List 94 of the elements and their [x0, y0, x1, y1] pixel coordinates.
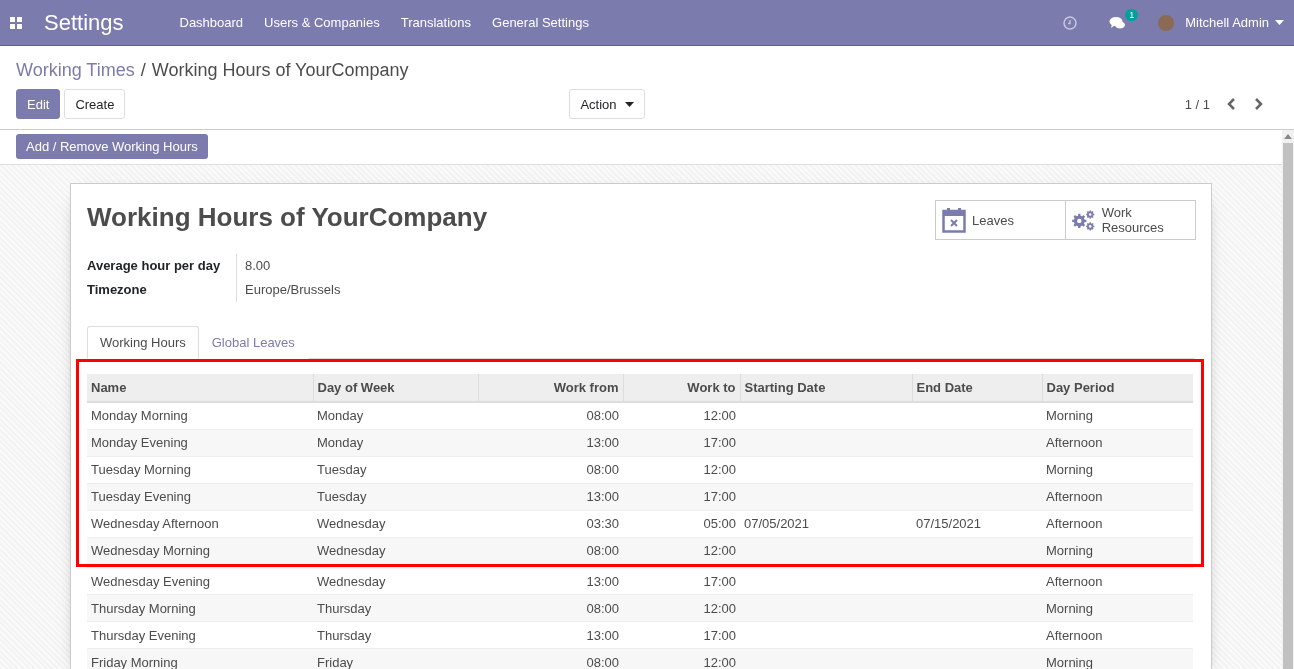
calendar-icon [942, 207, 966, 233]
table-cell: Tuesday [317, 489, 367, 504]
user-menu[interactable]: Mitchell Admin [1158, 14, 1284, 31]
table-cell: 13:00 [586, 627, 619, 643]
field-value: Europe/Brussels [244, 281, 342, 299]
caret-icon [1275, 20, 1284, 25]
table-cell: Morning [1046, 600, 1093, 616]
create-button[interactable]: Create [64, 89, 126, 119]
table-cell: 08:00 [586, 600, 619, 616]
menu-link[interactable]: General Settings [492, 15, 589, 30]
clock-icon[interactable] [1063, 15, 1078, 30]
table-cell: 12:00 [703, 654, 736, 669]
table-cell: Wednesday Afternoon [91, 516, 219, 531]
field-label: Average hour per day [87, 254, 237, 278]
table-cell: Tuesday Evening [91, 489, 191, 504]
breadcrumb-link[interactable]: Working Times [16, 59, 135, 81]
table-cell: 17:00 [703, 627, 736, 643]
table-cell: Afternoon [1046, 435, 1103, 450]
caret-icon [624, 101, 634, 107]
table-cell: Afternoon [1046, 489, 1103, 504]
table-cell: Wednesday [317, 516, 386, 531]
avatar-icon [1158, 14, 1175, 31]
table-cell: Thursday [317, 600, 372, 616]
table-cell: Tuesday [317, 462, 367, 477]
field-label: Timezone [87, 278, 237, 302]
breadcrumb-current: Working Hours of YourCompany [151, 59, 409, 81]
table-cell: 08:00 [586, 408, 619, 424]
table-cell: 12:00 [703, 462, 736, 477]
table-cell: Afternoon [1046, 516, 1103, 531]
column-header[interactable]: Starting Date [740, 374, 912, 402]
table-cell: 12:00 [703, 408, 736, 424]
column-header[interactable]: Work to [623, 374, 740, 402]
scroll-up-arrow-icon[interactable] [1284, 134, 1292, 139]
column-header[interactable]: End Date [912, 374, 1042, 402]
table-cell: 17:00 [703, 489, 736, 504]
edit-button[interactable]: Edit [16, 89, 61, 119]
smart-button[interactable]: Work Resources [1065, 200, 1196, 240]
table-cell: 17:00 [703, 435, 736, 450]
table-cell: 13:00 [586, 435, 619, 450]
message-count-badge: 1 [1125, 8, 1139, 21]
table-cell: 13:00 [586, 489, 619, 504]
action-button[interactable]: Action [569, 89, 645, 119]
table-cell: Monday Morning [91, 408, 188, 424]
apps-grid-icon[interactable] [10, 16, 22, 29]
chat-icon[interactable] [1109, 15, 1127, 30]
table-cell: Afternoon [1046, 573, 1103, 589]
table-cell: Monday [317, 435, 364, 450]
gears-icon [1072, 208, 1096, 232]
table-cell: Thursday Morning [91, 600, 196, 616]
column-header[interactable]: Name [87, 374, 313, 402]
table-cell: Morning [1046, 462, 1093, 477]
table-cell: Wednesday [317, 543, 386, 559]
chevron-left-icon[interactable] [1226, 98, 1236, 110]
table-cell: Monday [317, 408, 364, 424]
table-cell: 08:00 [586, 654, 619, 669]
field-value: 8.00 [244, 257, 272, 275]
form-title: Working Hours of YourCompany [87, 202, 488, 234]
add-remove-working-hours-button[interactable]: Add / Remove Working Hours [16, 134, 208, 159]
table-cell: Monday Evening [91, 435, 188, 450]
table-cell: 07/15/2021 [916, 516, 982, 531]
table-cell: 12:00 [703, 543, 736, 559]
table-cell: Wednesday Morning [91, 543, 210, 559]
scrollbar[interactable] [1282, 130, 1294, 669]
table-cell: Thursday [317, 627, 372, 643]
menu-link[interactable]: Translations [400, 15, 472, 30]
table-cell: Thursday Evening [91, 627, 196, 643]
chevron-right-icon[interactable] [1254, 98, 1264, 110]
table-cell: Morning [1046, 654, 1093, 669]
app-title: Settings [44, 9, 124, 36]
table-cell: 17:00 [703, 573, 736, 589]
table-cell: Morning [1046, 543, 1093, 559]
table-cell: Afternoon [1046, 627, 1103, 643]
smart-button[interactable]: Leaves [935, 200, 1066, 240]
column-header[interactable]: Day Period [1042, 374, 1193, 402]
breadcrumb-separator: / [140, 59, 146, 81]
table-cell: 13:00 [586, 573, 619, 589]
pager-counter: 1 / 1 [1184, 96, 1210, 112]
menu-link[interactable]: Users & Companies [264, 15, 380, 30]
column-header[interactable]: Day of Week [313, 374, 478, 402]
tab[interactable]: Working Hours [87, 326, 199, 359]
menu-link[interactable]: Dashboard [179, 15, 244, 30]
table-cell: Friday Morning [91, 654, 178, 669]
table-cell: Wednesday [317, 573, 386, 589]
table-cell: 08:00 [586, 462, 619, 477]
table-cell: Wednesday Evening [91, 573, 210, 589]
table-cell: 07/05/2021 [744, 516, 810, 531]
table-cell: 03:30 [586, 516, 619, 531]
table-cell: Morning [1046, 408, 1093, 424]
column-header[interactable]: Work from [478, 374, 623, 402]
table-cell: Tuesday Morning [91, 462, 191, 477]
table-cell: 08:00 [586, 543, 619, 559]
table-cell: 05:00 [703, 516, 736, 531]
table-cell: 12:00 [703, 600, 736, 616]
table-cell: Friday [317, 654, 354, 669]
